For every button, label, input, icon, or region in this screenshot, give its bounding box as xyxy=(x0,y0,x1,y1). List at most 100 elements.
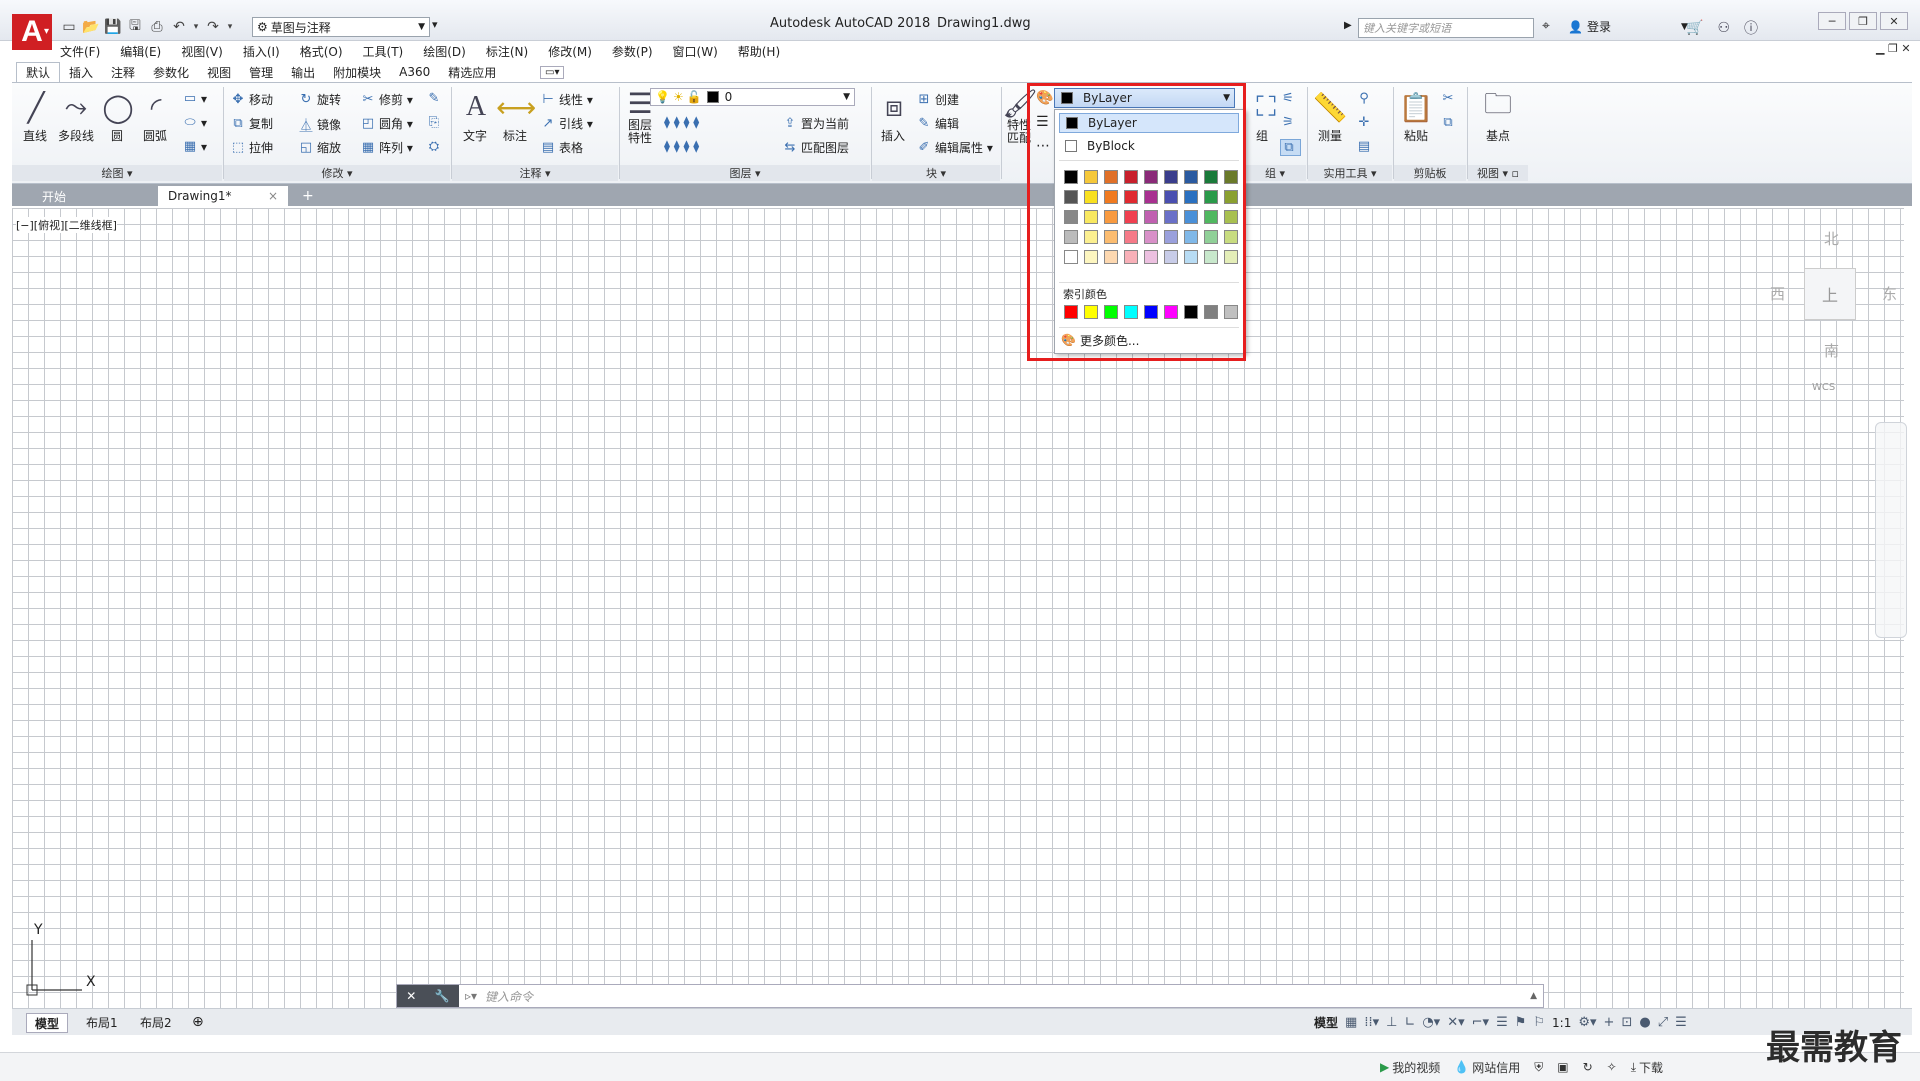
menu-item-4[interactable]: 格式(O) xyxy=(300,43,343,60)
command-input[interactable]: 键入命令 xyxy=(485,988,533,1005)
print-icon[interactable]: ⎙ xyxy=(148,18,166,36)
ellipse-tool[interactable]: ⬭ ▾ xyxy=(182,115,207,130)
arc-tool[interactable]: ◜ 圆弧 xyxy=(138,89,172,144)
utilities-panel-label[interactable]: 实用工具 ▾ xyxy=(1308,165,1392,181)
layout-tab-2[interactable]: 布局2 xyxy=(132,1013,180,1031)
group-edit-tool[interactable]: ⚞ xyxy=(1280,115,1299,130)
viewcube-north[interactable]: 北 xyxy=(1824,228,1839,249)
search-input[interactable]: 键入关键字或短语 xyxy=(1358,18,1534,38)
edit-attr-tool[interactable]: ✐ 编辑属性 ▾ xyxy=(916,139,993,156)
view-panel-label[interactable]: 视图 ▾ ▫ xyxy=(1468,165,1528,181)
refresh-icon[interactable]: ↻ xyxy=(1583,1060,1593,1074)
paste-tool[interactable]: 📋 粘贴 xyxy=(1398,89,1434,144)
polyline-tool[interactable]: ⤳ 多段线 xyxy=(56,89,96,144)
point-tool[interactable]: ✛ xyxy=(1356,115,1375,130)
redo-dropdown-icon[interactable]: ▾ xyxy=(226,18,234,36)
menu-item-0[interactable]: 文件(F) xyxy=(60,43,100,60)
tools-icon[interactable]: ✧ xyxy=(1607,1060,1617,1074)
tab-drawing1[interactable]: Drawing1* × xyxy=(158,186,288,206)
menu-item-9[interactable]: 参数(P) xyxy=(612,43,653,60)
calculator-tool[interactable]: ▤ xyxy=(1356,139,1375,154)
viewcube-west[interactable]: 西 xyxy=(1770,283,1785,304)
menu-item-10[interactable]: 窗口(W) xyxy=(673,43,718,60)
layout-tab-1[interactable]: 布局1 xyxy=(78,1013,126,1031)
help-icon[interactable]: ⓘ xyxy=(1744,18,1758,38)
fullscreen-icon[interactable]: ⤢ xyxy=(1658,1015,1668,1030)
insert-block-tool[interactable]: ⧈ 插入 xyxy=(876,89,910,144)
customize-icon[interactable]: ☰ xyxy=(1675,1015,1687,1030)
add-layout-button[interactable]: ⊕ xyxy=(184,1013,212,1031)
infer-icon[interactable]: ⊥ xyxy=(1386,1015,1397,1030)
navigation-bar[interactable] xyxy=(1875,422,1907,638)
move-tool[interactable]: ✥ 移动 xyxy=(230,91,273,108)
lineweight-icon[interactable]: ☰ xyxy=(1496,1015,1508,1030)
annotation-visibility-icon[interactable]: ⚑ xyxy=(1515,1015,1527,1030)
menu-item-8[interactable]: 修改(M) xyxy=(548,43,592,60)
draw-panel-label[interactable]: 绘图 ▾ xyxy=(12,165,222,181)
close-icon[interactable]: × xyxy=(268,189,278,203)
close-icon[interactable]: ✕ xyxy=(406,989,416,1003)
make-current-tool[interactable]: ⇪ 置为当前 xyxy=(782,115,849,132)
fillet-tool[interactable]: ◰ 圆角 ▾ xyxy=(360,115,413,132)
gear-icon[interactable]: ⚙▾ xyxy=(1578,1015,1596,1030)
rotate-tool[interactable]: ↻ 旋转 xyxy=(298,91,341,108)
erase-tool[interactable]: ✎ xyxy=(426,91,445,106)
image-icon[interactable]: ▣ xyxy=(1557,1060,1568,1074)
annotation-panel-label[interactable]: 注释 ▾ xyxy=(452,165,618,181)
isodraft-icon[interactable]: ✕▾ xyxy=(1447,1015,1464,1030)
tab-start[interactable]: 开始 xyxy=(32,186,76,206)
minimize-icon[interactable]: ─ xyxy=(1818,12,1846,30)
array-tool[interactable]: ▦ 阵列 ▾ xyxy=(360,139,413,156)
ribbon-tab-7[interactable]: 附加模块 xyxy=(324,62,390,82)
save-icon[interactable]: 💾 xyxy=(104,18,122,36)
ribbon-tab-2[interactable]: 注释 xyxy=(102,62,144,82)
menu-item-7[interactable]: 标注(N) xyxy=(486,43,528,60)
wcs-menu[interactable]: WCS xyxy=(1812,382,1835,393)
ribbon-tab-1[interactable]: 插入 xyxy=(60,62,102,82)
exchange-icon[interactable]: ⚇ xyxy=(1717,20,1730,36)
save-as-icon[interactable]: 🖫 xyxy=(126,18,144,36)
circle-tool[interactable]: ◯ 圆 xyxy=(100,89,134,144)
menu-item-3[interactable]: 插入(I) xyxy=(243,43,280,60)
chevron-up-icon[interactable]: ▲ xyxy=(1530,991,1537,1001)
cart-icon[interactable]: 🛒 xyxy=(1686,20,1703,36)
table-tool[interactable]: ▤ 表格 xyxy=(540,139,583,156)
stretch-tool[interactable]: ⬚ 拉伸 xyxy=(230,139,273,156)
new-tab-button[interactable]: + xyxy=(292,186,324,206)
undo-icon[interactable]: ↶ xyxy=(170,18,188,36)
layout-tab-model[interactable]: 模型 xyxy=(26,1013,69,1033)
download-item[interactable]: ⤓ 下载 xyxy=(1631,1059,1663,1076)
block-panel-label[interactable]: 块 ▾ xyxy=(872,165,1000,181)
shield-icon[interactable]: ⛨ xyxy=(1534,1060,1543,1075)
drawing-canvas[interactable] xyxy=(12,208,1904,1008)
base-view-tool[interactable]: 🗀 基点 xyxy=(1478,87,1518,144)
menu-item-2[interactable]: 视图(V) xyxy=(181,43,223,60)
offset-tool[interactable]: ⎘ xyxy=(426,115,445,130)
close-icon[interactable]: ✕ xyxy=(1880,12,1908,30)
auto-scale-icon[interactable]: ⚐ xyxy=(1533,1015,1545,1030)
edit-block-tool[interactable]: ✎ 编辑 xyxy=(916,115,959,132)
groups-panel-label[interactable]: 组 ▾ xyxy=(1244,165,1306,181)
cut-tool[interactable]: ✂ xyxy=(1440,91,1459,106)
group-select-tool[interactable]: ⧉ xyxy=(1280,139,1301,156)
ribbon-tab-9[interactable]: 精选应用 xyxy=(439,62,505,82)
viewport-controls-label[interactable]: [−][俯视][二维线框] xyxy=(16,217,117,233)
viewcube-top-face[interactable]: 上 xyxy=(1804,268,1856,320)
create-block-tool[interactable]: ⊞ 创建 xyxy=(916,91,959,108)
command-prompt-icon[interactable]: ▹▾ xyxy=(465,989,477,1003)
site-credit-item[interactable]: 💧 网站信用 xyxy=(1454,1059,1520,1076)
trim-tool[interactable]: ✂ 修剪 ▾ xyxy=(360,91,413,108)
viewcube-east[interactable]: 东 xyxy=(1882,283,1897,304)
hardware-acceleration-icon[interactable]: ⊡ xyxy=(1621,1015,1632,1030)
ribbon-tab-0[interactable]: 默认 xyxy=(16,61,61,83)
rectangle-tool[interactable]: ▭ ▾ xyxy=(182,91,207,106)
annotation-scale[interactable]: 1:1 xyxy=(1552,1016,1571,1030)
copy-clip-tool[interactable]: ⧉ xyxy=(1440,115,1459,130)
scale-tool[interactable]: ◱ 缩放 xyxy=(298,139,341,156)
ribbon-minimize-icon[interactable]: ▭▾ xyxy=(540,66,565,79)
clipboard-panel-label[interactable]: 剪贴板 xyxy=(1394,165,1466,181)
mirror-tool[interactable]: ⏅ 镜像 xyxy=(298,115,341,134)
new-file-icon[interactable]: ▭ xyxy=(60,18,78,36)
menu-item-6[interactable]: 绘图(D) xyxy=(423,43,466,60)
menu-item-5[interactable]: 工具(T) xyxy=(363,43,404,60)
